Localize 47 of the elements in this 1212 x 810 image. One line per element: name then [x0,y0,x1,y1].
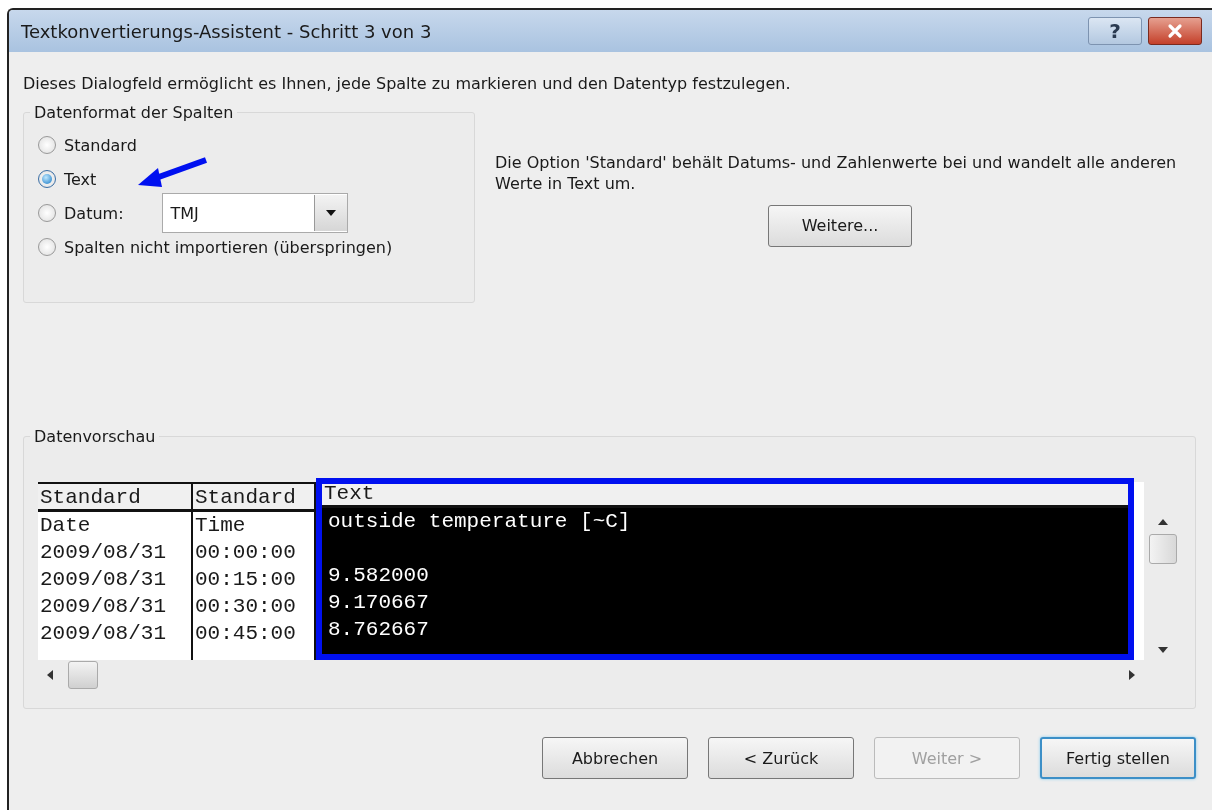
table-cell-text: 2009/08/31 [40,594,168,620]
table-cell-text: Date [40,513,92,539]
close-button[interactable] [1148,17,1202,45]
table-cell-text: 8.762667 [328,617,430,643]
scroll-right-icon [1128,669,1136,681]
table-cell-text: 2009/08/31 [40,540,168,566]
radio-button[interactable] [38,136,56,154]
column-header[interactable]: Text [322,484,1128,508]
table-cell-text: 9.170667 [328,590,430,616]
description-text: Die Option 'Standard' behält Datums- und Zahlenwerte bei und wandelt alle anderen Werte in Text um. [495,153,1178,195]
table-cell-text: 2009/08/31 [40,621,168,647]
preview-column[interactable]: Standard Date 2009/08/31 2009/08/31 2009/08/31 2009/08/31 [38,482,193,660]
preview-column[interactable]: Text outside temperature [~C] 9.582000 9.170667 8.762667 [316,478,1134,660]
dialog-button[interactable]: Fertig stellen [1040,737,1196,779]
table-cell-text: 2009/08/31 [40,567,168,593]
preview-column[interactable]: Standard Time 00:00:00 00:15:00 00:30:00 00:45:00 [193,482,316,660]
dialog-button[interactable]: < Zurück [708,737,854,779]
window-title: Textkonvertierungs-Assistent - Schritt 3 von 3 [21,20,432,42]
intro-text: Dieses Dialogfeld ermöglicht es Ihnen, jede Spalte zu markieren und den Datentyp festzulegen. [23,74,792,93]
scroll-down-icon [1157,646,1169,654]
table-cell-text: 00:15:00 [195,567,297,593]
group-title: Datenformat der Spalten [33,103,235,122]
table-cell-text: 00:30:00 [195,594,297,620]
help-button[interactable]: ? [1088,17,1142,45]
table-cell-text: Time [195,513,247,539]
scroll-thumb[interactable] [68,661,98,689]
column-header[interactable]: Standard [38,482,191,512]
column-header[interactable]: Standard [193,482,314,512]
scroll-up-icon [1157,518,1169,526]
dropdown-arrow-icon [324,209,337,217]
option-label[interactable]: Text [64,169,97,189]
table-cell-text: 9.582000 [328,563,430,589]
radio-button[interactable] [38,238,56,256]
table-cell-text: outside temperature [~C] [328,509,632,535]
scroll-thumb[interactable] [1149,534,1177,564]
radio-button[interactable] [38,170,56,188]
date-format-dropdown[interactable]: TMJ [161,193,348,233]
more-button[interactable]: Weitere... [768,204,912,247]
dialog-button[interactable]: Abbrechen [542,737,688,779]
radio-button[interactable] [38,204,56,222]
table-cell-text: 00:00:00 [195,540,297,566]
option-label[interactable]: Spalten nicht importieren (überspringen) [64,237,393,257]
table-cell-text: 00:45:00 [195,621,297,647]
scroll-left-icon [46,669,54,681]
option-label[interactable]: Standard [64,135,137,155]
group-title: Datenvorschau [33,427,157,446]
option-label[interactable]: Datum: [64,203,124,223]
